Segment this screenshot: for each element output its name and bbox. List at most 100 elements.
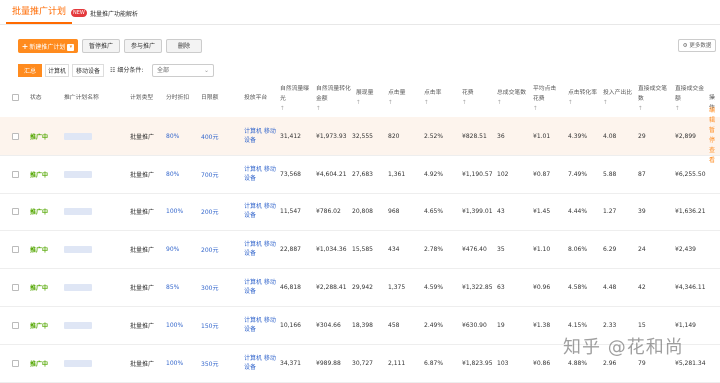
cell-platform[interactable]: 计算机 移动设备 [244,155,278,193]
row-checkbox[interactable] [12,306,19,344]
col-clicks[interactable]: 点击量 ↑ [388,88,405,108]
cell-clicks: 2,111 [388,359,406,367]
cell-timeshare[interactable]: 100% [166,192,183,230]
plan-name-redacted[interactable] [64,155,92,193]
cell-timeshare[interactable]: 80% [166,155,179,193]
cell-roi: 5.88 [603,170,617,178]
grid-icon: ☷ [110,67,116,74]
col-impressions[interactable]: 展现量 ↑ [356,88,373,108]
cell-cost: ¥1,190.57 [462,170,493,178]
segment-computer[interactable]: 计算机 [45,64,69,77]
col-cpc[interactable]: 平均点击花费 ↑ [533,84,561,114]
cell-status: 推广中 [30,208,49,216]
cell-cost: ¥828.51 [462,132,487,140]
table-row[interactable]: 推广中 批量推广 85% 300元 46,818 ¥2,288.41 29,942 1,375… [0,268,720,307]
plan-name-redacted[interactable] [64,344,92,382]
cell-natural-impr: 11,547 [280,207,301,215]
cell-platform[interactable]: 计算机 移动设备 [244,117,278,155]
cell-platform[interactable]: 计算机 移动设备 [244,230,278,268]
cell-total-deals: 19 [497,321,505,329]
new-badge: NEW [71,9,87,17]
cell-direct-amount: ¥1,636.21 [675,207,706,215]
cell-natural-impr: 22,887 [280,245,301,253]
cell-type: 批量推广 [130,133,155,141]
cell-daily[interactable]: 700元 [201,155,218,193]
col-cost[interactable]: 花费 ↑ [462,88,474,108]
plan-name-redacted[interactable] [64,268,92,306]
cell-impressions: 27,683 [352,170,373,178]
cell-direct-amount: ¥2,439 [675,245,696,253]
cell-cost: ¥1,322.85 [462,283,493,291]
col-direct-amount[interactable]: 直接成交金额 ↑ [675,84,707,114]
table-row[interactable]: 推广中 批量推广 90% 200元 22,887 ¥1,034.36 15,585 434 2.… [0,230,720,269]
col-natural-conv[interactable]: 自然流量转化金额 ↑ [316,84,352,114]
row-checkbox[interactable] [12,344,19,382]
cell-cost: ¥1,823.95 [462,359,493,367]
cell-timeshare[interactable]: 80% [166,117,179,155]
row-checkbox[interactable] [12,117,19,155]
row-action-link[interactable]: 暂停 [709,126,720,146]
select-all-checkbox[interactable] [12,94,19,101]
segment-summary[interactable]: 汇总 [18,64,42,77]
table-row[interactable]: 推广中 批量推广 80% 700元 73,568 ¥4,604.21 27,683 1,361… [0,155,720,194]
cell-clicks: 1,375 [388,283,406,291]
cell-cpc: ¥1.10 [533,245,551,253]
cell-timeshare[interactable]: 90% [166,230,179,268]
cell-platform[interactable]: 计算机 移动设备 [244,192,278,230]
table-row[interactable]: 推广中 批量推广 80% 400元 31,412 ¥1,973.93 32,555 820 2.… [0,107,720,164]
col-natural-impr[interactable]: 自然流量曝光 ↑ [280,84,310,114]
row-checkbox[interactable] [12,230,19,268]
cell-ctr: 2.52% [424,132,444,140]
cell-total-deals: 35 [497,245,505,253]
col-type: 计划类型 [130,95,154,101]
cell-platform[interactable]: 计算机 移动设备 [244,306,278,344]
cell-ctr: 2.49% [424,321,444,329]
delete-button[interactable]: 删除 [166,39,202,53]
join-button[interactable]: 参与推广 [124,39,162,53]
row-checkbox[interactable] [12,155,19,193]
cell-daily[interactable]: 350元 [201,344,218,382]
cell-natural-impr: 10,166 [280,321,301,329]
plan-name-redacted[interactable] [64,306,92,344]
cell-timeshare[interactable]: 100% [166,344,183,382]
new-plan-button[interactable]: +新建推广计划 ▾ [18,39,78,53]
cell-natural-conv: ¥4,604.21 [316,170,347,178]
cell-impressions: 15,585 [352,245,373,253]
cell-daily[interactable]: 150元 [201,306,218,344]
row-checkbox[interactable] [12,192,19,230]
cell-clicks: 968 [388,207,400,215]
cell-natural-impr: 46,818 [280,283,301,291]
cell-natural-conv: ¥2,288.41 [316,283,347,291]
tab-batch-plans[interactable]: 批量推广计划 [6,3,73,24]
cell-timeshare[interactable]: 85% [166,268,179,306]
filter-select[interactable]: 全部 ⌄ [152,64,214,77]
pause-button[interactable]: 暂停推广 [82,39,120,53]
segment-mobile[interactable]: 移动设备 [72,64,104,77]
col-timeshare: 分时折扣 [166,95,190,101]
col-conv-rate[interactable]: 点击转化率 ↑ [568,88,597,108]
dropdown-icon: ▾ [67,44,75,51]
cell-platform[interactable]: 计算机 移动设备 [244,268,278,306]
col-ctr[interactable]: 点击率 ↑ [424,88,441,108]
table-row[interactable]: 推广中 批量推广 100% 200元 11,547 ¥786.02 20,808 968 4.6… [0,192,720,231]
row-action-link[interactable]: 编辑 [709,106,720,126]
row-checkbox[interactable] [12,268,19,306]
cell-daily[interactable]: 200元 [201,230,218,268]
cell-timeshare[interactable]: 100% [166,306,183,344]
col-total-deals[interactable]: 总成交笔数 ↑ [497,88,526,108]
cell-daily[interactable]: 300元 [201,268,218,306]
cell-daily[interactable]: 200元 [201,192,218,230]
cell-daily[interactable]: 400元 [201,117,218,155]
cell-cpc: ¥1.38 [533,321,551,329]
col-roi[interactable]: 投入产出比 ↑ [603,88,632,108]
col-direct-deals[interactable]: 直接成交笔数 ↑ [638,84,668,114]
cell-platform[interactable]: 计算机 移动设备 [244,344,278,382]
plan-name-redacted[interactable] [64,230,92,268]
plan-name-redacted[interactable] [64,117,92,155]
tab-feature-guide-link[interactable]: 批量推广功能解析 [90,9,138,18]
cell-conv-rate: 7.49% [568,170,588,178]
plus-icon: + [21,42,29,51]
plan-name-redacted[interactable] [64,192,92,230]
more-data-button[interactable]: ⚙ 更多数据 [678,39,716,52]
cell-impressions: 29,942 [352,283,373,291]
